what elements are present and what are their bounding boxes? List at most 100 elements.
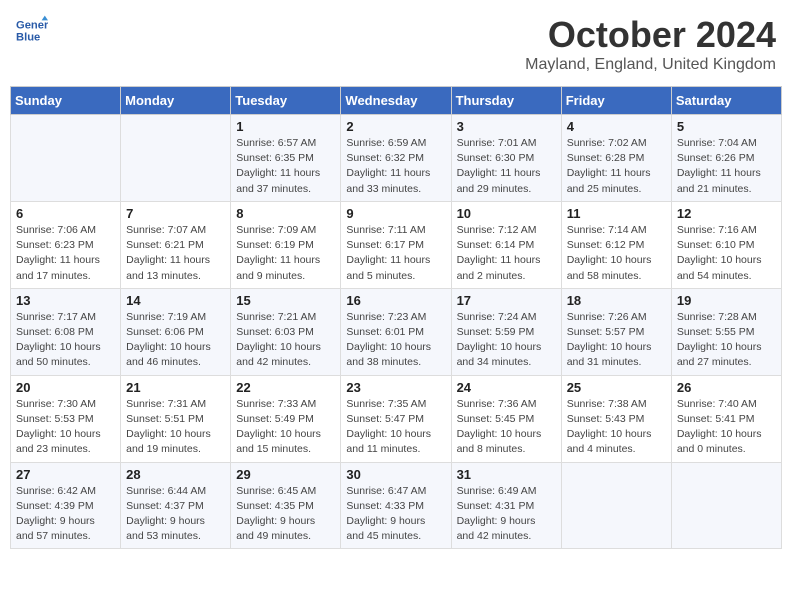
day-info: Sunrise: 7:36 AM Sunset: 5:45 PM Dayligh… [457, 397, 556, 458]
calendar-cell: 17 Sunrise: 7:24 AM Sunset: 5:59 PM Dayli… [451, 288, 561, 375]
calendar-cell: 13 Sunrise: 7:17 AM Sunset: 6:08 PM Dayli… [11, 288, 121, 375]
day-number: 27 [16, 467, 115, 482]
day-info: Sunrise: 6:47 AM Sunset: 4:33 PM Dayligh… [346, 484, 445, 545]
calendar-cell: 21 Sunrise: 7:31 AM Sunset: 5:51 PM Dayli… [121, 375, 231, 462]
calendar-cell: 5 Sunrise: 7:04 AM Sunset: 6:26 PM Daylig… [671, 115, 781, 202]
calendar-cell: 24 Sunrise: 7:36 AM Sunset: 5:45 PM Dayli… [451, 375, 561, 462]
day-info: Sunrise: 7:14 AM Sunset: 6:12 PM Dayligh… [567, 223, 666, 284]
day-info: Sunrise: 7:17 AM Sunset: 6:08 PM Dayligh… [16, 310, 115, 371]
calendar-cell: 10 Sunrise: 7:12 AM Sunset: 6:14 PM Dayli… [451, 201, 561, 288]
day-info: Sunrise: 7:06 AM Sunset: 6:23 PM Dayligh… [16, 223, 115, 284]
calendar-cell: 3 Sunrise: 7:01 AM Sunset: 6:30 PM Daylig… [451, 115, 561, 202]
day-number: 4 [567, 119, 666, 134]
day-number: 7 [126, 206, 225, 221]
calendar-cell: 1Sunrise: 6:57 AM Sunset: 6:35 PM Daylig… [231, 115, 341, 202]
calendar-cell: 16 Sunrise: 7:23 AM Sunset: 6:01 PM Dayli… [341, 288, 451, 375]
day-info: Sunrise: 6:59 AM Sunset: 6:32 PM Dayligh… [346, 136, 445, 197]
calendar-week-row: 20 Sunrise: 7:30 AM Sunset: 5:53 PM Dayli… [11, 375, 782, 462]
day-number: 16 [346, 293, 445, 308]
weekday-header: Wednesday [341, 87, 451, 115]
calendar-cell: 11 Sunrise: 7:14 AM Sunset: 6:12 PM Dayli… [561, 201, 671, 288]
day-info: Sunrise: 7:07 AM Sunset: 6:21 PM Dayligh… [126, 223, 225, 284]
calendar-cell: 22Sunrise: 7:33 AM Sunset: 5:49 PM Dayli… [231, 375, 341, 462]
calendar-cell: 12Sunrise: 7:16 AM Sunset: 6:10 PM Dayli… [671, 201, 781, 288]
day-number: 9 [346, 206, 445, 221]
day-info: Sunrise: 6:44 AM Sunset: 4:37 PM Dayligh… [126, 484, 225, 545]
calendar-cell: 26Sunrise: 7:40 AM Sunset: 5:41 PM Dayli… [671, 375, 781, 462]
day-info: Sunrise: 7:24 AM Sunset: 5:59 PM Dayligh… [457, 310, 556, 371]
day-number: 25 [567, 380, 666, 395]
day-info: Sunrise: 7:09 AM Sunset: 6:19 PM Dayligh… [236, 223, 335, 284]
location-title: Mayland, England, United Kingdom [525, 56, 776, 74]
day-number: 15 [236, 293, 335, 308]
day-info: Sunrise: 7:02 AM Sunset: 6:28 PM Dayligh… [567, 136, 666, 197]
day-number: 21 [126, 380, 225, 395]
day-info: Sunrise: 7:11 AM Sunset: 6:17 PM Dayligh… [346, 223, 445, 284]
title-block: October 2024 Mayland, England, United Ki… [525, 14, 776, 74]
weekday-header: Monday [121, 87, 231, 115]
day-info: Sunrise: 6:45 AM Sunset: 4:35 PM Dayligh… [236, 484, 335, 545]
calendar-week-row: 13 Sunrise: 7:17 AM Sunset: 6:08 PM Dayli… [11, 288, 782, 375]
calendar-cell: 2Sunrise: 6:59 AM Sunset: 6:32 PM Daylig… [341, 115, 451, 202]
calendar-header-row: SundayMondayTuesdayWednesdayThursdayFrid… [11, 87, 782, 115]
weekday-header: Friday [561, 87, 671, 115]
day-info: Sunrise: 7:31 AM Sunset: 5:51 PM Dayligh… [126, 397, 225, 458]
day-info: Sunrise: 7:28 AM Sunset: 5:55 PM Dayligh… [677, 310, 776, 371]
day-number: 14 [126, 293, 225, 308]
day-info: Sunrise: 7:16 AM Sunset: 6:10 PM Dayligh… [677, 223, 776, 284]
day-info: Sunrise: 7:12 AM Sunset: 6:14 PM Dayligh… [457, 223, 556, 284]
calendar-cell: 27 Sunrise: 6:42 AM Sunset: 4:39 PM Dayli… [11, 462, 121, 549]
weekday-header: Tuesday [231, 87, 341, 115]
calendar-cell: 15 Sunrise: 7:21 AM Sunset: 6:03 PM Dayli… [231, 288, 341, 375]
day-number: 30 [346, 467, 445, 482]
svg-text:General: General [16, 19, 48, 31]
calendar-cell [561, 462, 671, 549]
month-title: October 2024 [525, 14, 776, 56]
svg-text:Blue: Blue [16, 31, 40, 43]
calendar-cell: 6Sunrise: 7:06 AM Sunset: 6:23 PM Daylig… [11, 201, 121, 288]
day-info: Sunrise: 7:33 AM Sunset: 5:49 PM Dayligh… [236, 397, 335, 458]
day-number: 29 [236, 467, 335, 482]
day-info: Sunrise: 7:01 AM Sunset: 6:30 PM Dayligh… [457, 136, 556, 197]
day-info: Sunrise: 7:30 AM Sunset: 5:53 PM Dayligh… [16, 397, 115, 458]
day-number: 24 [457, 380, 556, 395]
day-number: 11 [567, 206, 666, 221]
day-info: Sunrise: 7:19 AM Sunset: 6:06 PM Dayligh… [126, 310, 225, 371]
weekday-header: Sunday [11, 87, 121, 115]
calendar-cell: 18Sunrise: 7:26 AM Sunset: 5:57 PM Dayli… [561, 288, 671, 375]
day-number: 31 [457, 467, 556, 482]
day-number: 3 [457, 119, 556, 134]
day-number: 17 [457, 293, 556, 308]
calendar-cell: 7 Sunrise: 7:07 AM Sunset: 6:21 PM Daylig… [121, 201, 231, 288]
day-number: 5 [677, 119, 776, 134]
day-number: 20 [16, 380, 115, 395]
day-number: 13 [16, 293, 115, 308]
calendar-cell [671, 462, 781, 549]
day-info: Sunrise: 7:35 AM Sunset: 5:47 PM Dayligh… [346, 397, 445, 458]
day-info: Sunrise: 6:42 AM Sunset: 4:39 PM Dayligh… [16, 484, 115, 545]
day-number: 19 [677, 293, 776, 308]
header: General Blue October 2024 Mayland, Engla… [10, 10, 782, 78]
calendar-cell: 29 Sunrise: 6:45 AM Sunset: 4:35 PM Dayli… [231, 462, 341, 549]
day-number: 8 [236, 206, 335, 221]
calendar-cell: 14 Sunrise: 7:19 AM Sunset: 6:06 PM Dayli… [121, 288, 231, 375]
day-number: 10 [457, 206, 556, 221]
day-number: 23 [346, 380, 445, 395]
day-info: Sunrise: 7:23 AM Sunset: 6:01 PM Dayligh… [346, 310, 445, 371]
day-number: 28 [126, 467, 225, 482]
day-info: Sunrise: 7:21 AM Sunset: 6:03 PM Dayligh… [236, 310, 335, 371]
logo-icon: General Blue [16, 14, 48, 46]
weekday-header: Saturday [671, 87, 781, 115]
calendar-cell: 23 Sunrise: 7:35 AM Sunset: 5:47 PM Dayli… [341, 375, 451, 462]
calendar-cell [11, 115, 121, 202]
calendar-body: 1Sunrise: 6:57 AM Sunset: 6:35 PM Daylig… [11, 115, 782, 549]
calendar-cell [121, 115, 231, 202]
day-info: Sunrise: 7:04 AM Sunset: 6:26 PM Dayligh… [677, 136, 776, 197]
calendar-cell: 19 Sunrise: 7:28 AM Sunset: 5:55 PM Dayli… [671, 288, 781, 375]
calendar-week-row: 6Sunrise: 7:06 AM Sunset: 6:23 PM Daylig… [11, 201, 782, 288]
day-number: 1 [236, 119, 335, 134]
day-info: Sunrise: 7:38 AM Sunset: 5:43 PM Dayligh… [567, 397, 666, 458]
calendar-cell: 4 Sunrise: 7:02 AM Sunset: 6:28 PM Daylig… [561, 115, 671, 202]
day-info: Sunrise: 7:40 AM Sunset: 5:41 PM Dayligh… [677, 397, 776, 458]
calendar-week-row: 1Sunrise: 6:57 AM Sunset: 6:35 PM Daylig… [11, 115, 782, 202]
